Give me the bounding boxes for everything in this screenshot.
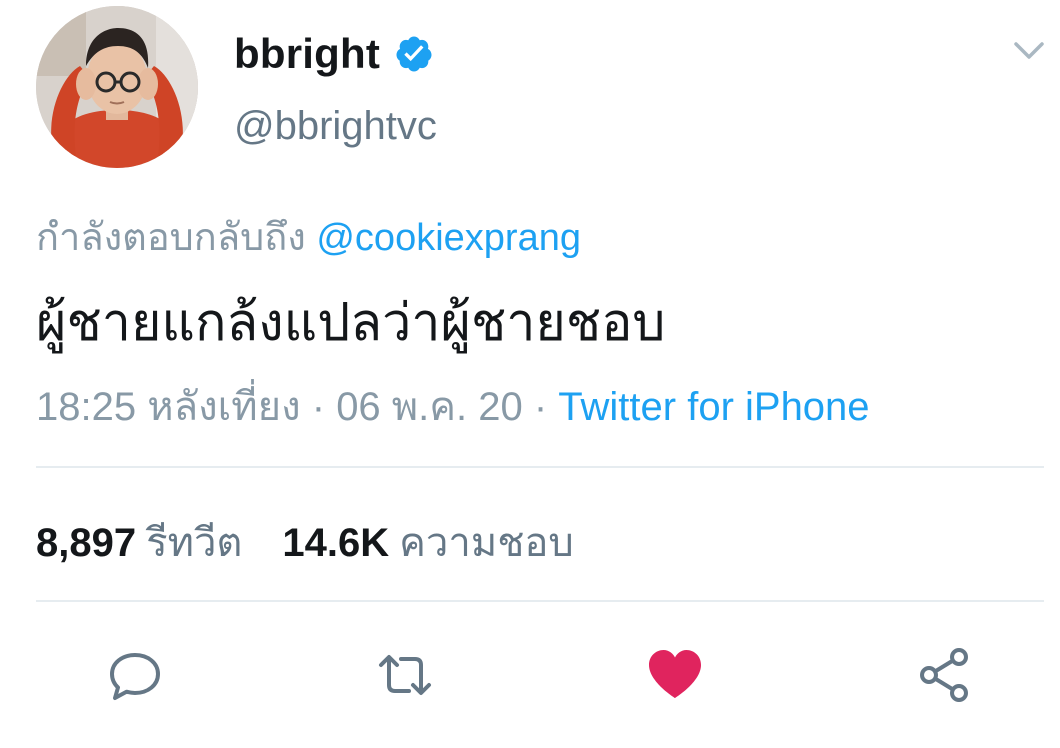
retweets-count: 8,897 bbox=[36, 521, 137, 565]
chevron-down-icon[interactable] bbox=[1006, 34, 1052, 68]
divider bbox=[36, 600, 1044, 602]
reply-icon bbox=[110, 653, 160, 700]
tweet-meta: 18:25 หลังเที่ยง · 06 พ.ค. 20 · Twitter … bbox=[36, 374, 870, 438]
share-icon bbox=[920, 648, 968, 702]
reply-button[interactable] bbox=[100, 640, 170, 710]
author-row: bbright bbox=[234, 26, 434, 82]
divider bbox=[36, 466, 1044, 468]
avatar[interactable] bbox=[36, 6, 198, 168]
retweets-label: รีทวีต bbox=[146, 521, 243, 565]
tweet-text: ผู้ชายแกล้งแปลว่าผู้ชายชอบ bbox=[36, 294, 666, 352]
like-button[interactable] bbox=[640, 640, 710, 710]
heart-icon bbox=[649, 650, 701, 698]
reply-mention-link[interactable]: @cookiexprang bbox=[316, 217, 581, 259]
avatar-image bbox=[36, 6, 198, 168]
retweet-icon bbox=[379, 655, 431, 695]
tweet-detail: bbright @bbrightvc กำลังตอบกลับถึง @cook… bbox=[0, 0, 1060, 748]
tweet-source-link[interactable]: Twitter for iPhone bbox=[558, 385, 869, 429]
verified-badge-icon bbox=[394, 34, 434, 74]
meta-separator: · bbox=[522, 385, 559, 429]
retweet-button[interactable] bbox=[370, 640, 440, 710]
likes-label: ความชอบ bbox=[399, 521, 574, 565]
tweet-time[interactable]: 18:25 หลังเที่ยง bbox=[36, 385, 301, 429]
meta-separator: · bbox=[300, 385, 337, 429]
likes-stat[interactable]: 14.6K ความชอบ bbox=[282, 510, 573, 574]
retweets-stat[interactable]: 8,897 รีทวีต bbox=[36, 510, 242, 574]
handle[interactable]: @bbrightvc bbox=[234, 104, 437, 149]
tweet-stats: 8,897 รีทวีต 14.6K ความชอบ bbox=[36, 510, 614, 574]
likes-count: 14.6K bbox=[282, 521, 390, 565]
tweet-date[interactable]: 06 พ.ค. 20 bbox=[336, 385, 523, 429]
share-button[interactable] bbox=[910, 640, 980, 710]
display-name[interactable]: bbright bbox=[234, 30, 380, 78]
reply-context: กำลังตอบกลับถึง @cookiexprang bbox=[36, 206, 581, 267]
reply-prefix: กำลังตอบกลับถึง bbox=[36, 217, 306, 259]
